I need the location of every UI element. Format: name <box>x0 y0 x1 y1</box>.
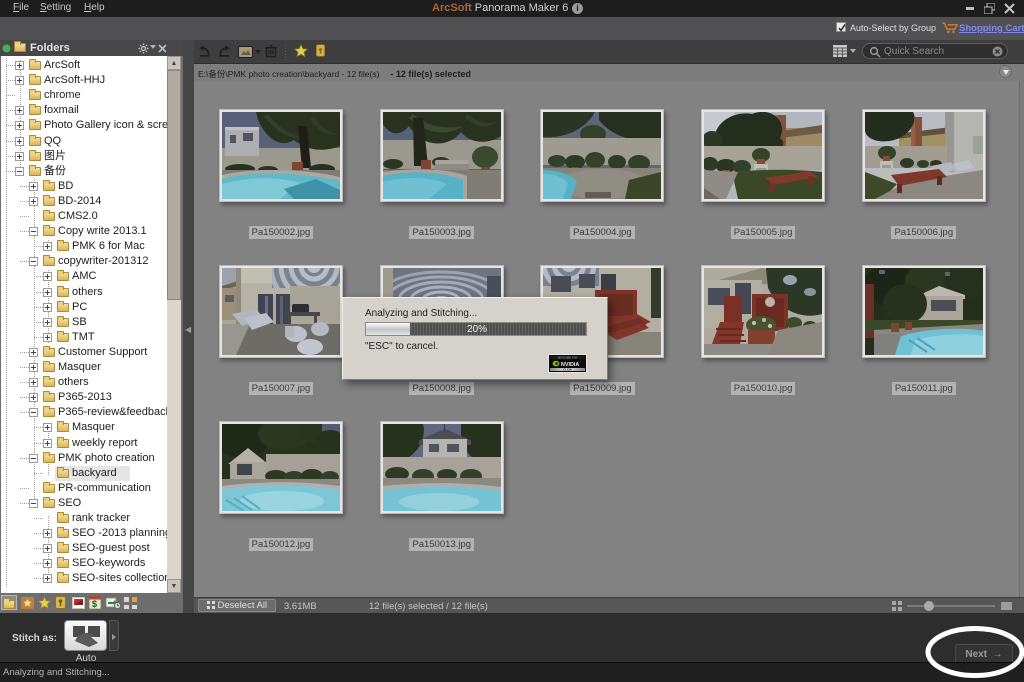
svg-text:$: $ <box>92 599 97 609</box>
svg-text:DESIGNED FOR: DESIGNED FOR <box>558 356 578 360</box>
svg-text:CUDA: CUDA <box>563 368 572 372</box>
